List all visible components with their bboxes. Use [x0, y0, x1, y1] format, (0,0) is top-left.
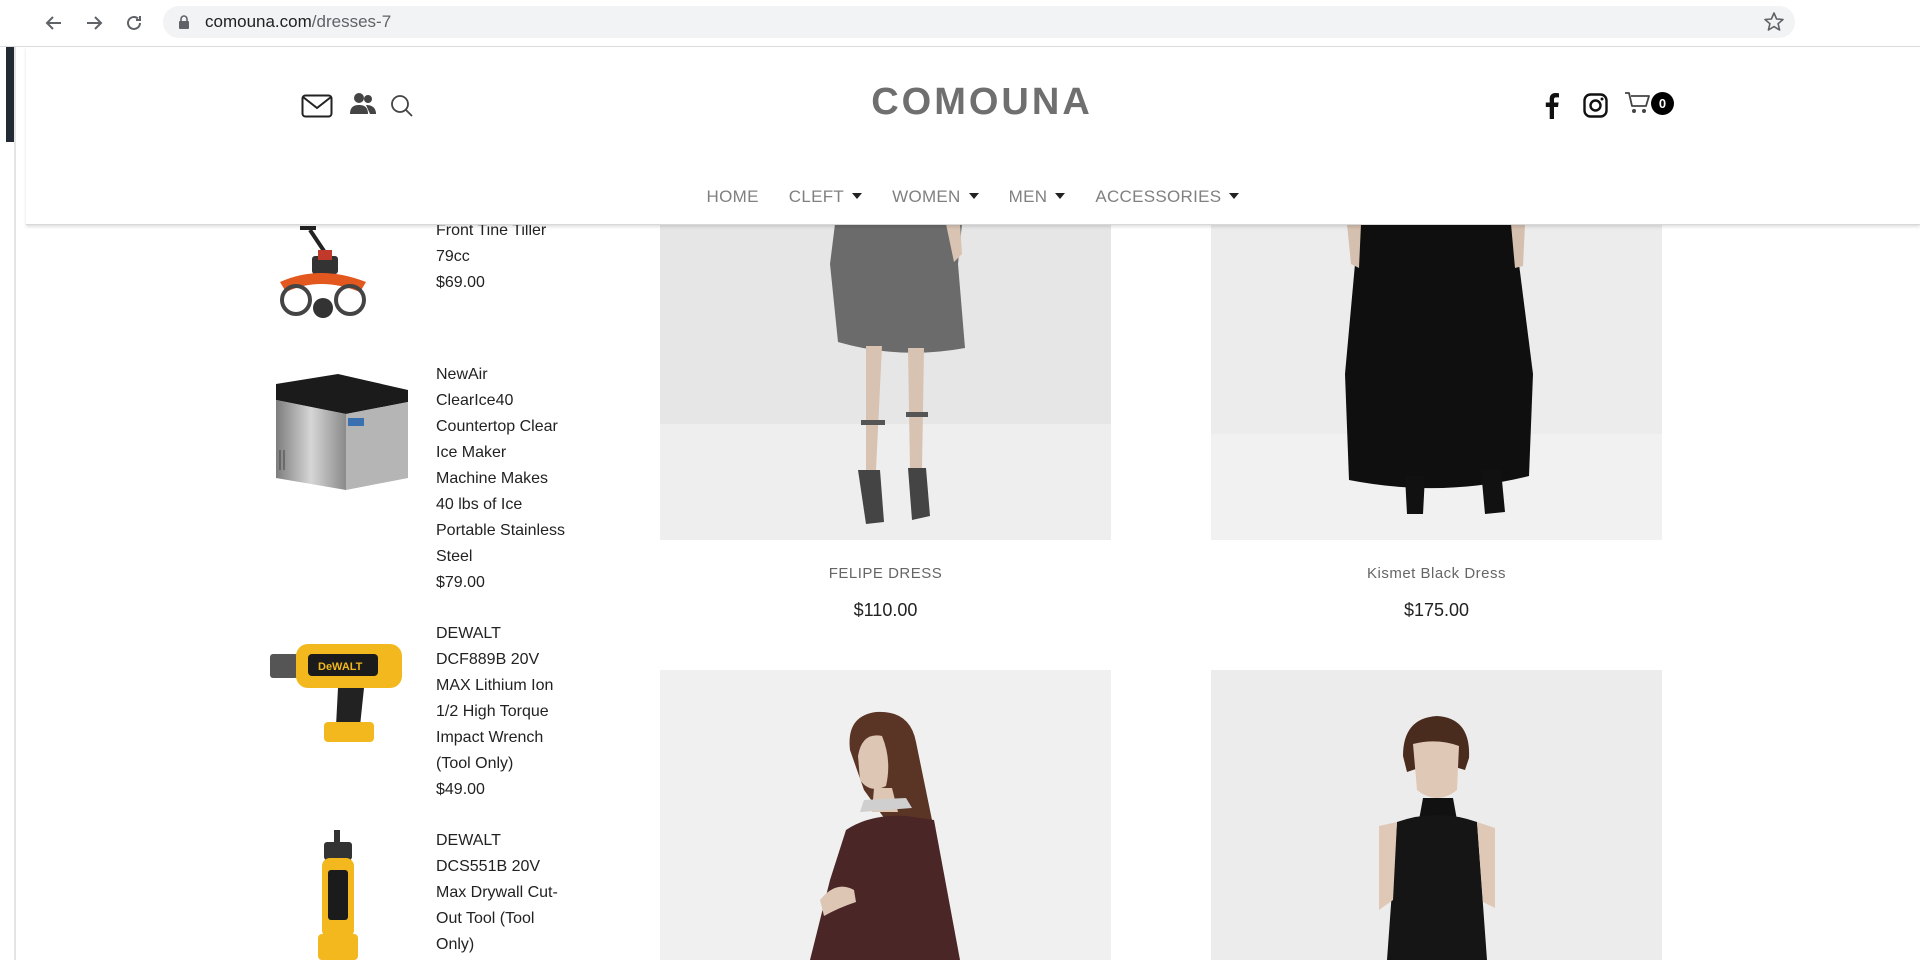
arrow-right-icon: [87, 16, 103, 30]
caret-down-icon: [1229, 193, 1240, 199]
account-icon[interactable]: [349, 92, 377, 116]
nav-item-men[interactable]: MEN: [1009, 182, 1066, 212]
mail-icon[interactable]: [301, 94, 333, 118]
sidebar-item-price: $79.00: [436, 574, 485, 591]
facebook-icon[interactable]: [1545, 93, 1559, 119]
site-header: COMOUNA 0 HOME CLEFT WOMEN MEN ACCESSORI…: [26, 46, 1920, 225]
nav-item-cleft[interactable]: CLEFT: [788, 182, 863, 212]
arrow-left-icon: [45, 16, 61, 30]
grey-dress-photo: [660, 224, 1111, 540]
nav-item-label: MEN: [1008, 187, 1048, 206]
product-image-burgundy-dress[interactable]: [660, 670, 1111, 960]
caret-down-icon: [1055, 193, 1066, 199]
nav-item-accessories[interactable]: ACCESSORIES: [1095, 182, 1240, 212]
black-dress-photo: [1211, 224, 1662, 540]
nav-item-label: WOMEN: [892, 187, 961, 206]
url-text: comouna.com/dresses-7: [205, 12, 391, 32]
window-divider: [14, 46, 16, 960]
instagram-icon[interactable]: [1583, 93, 1608, 118]
sidebar-item-price: $49.00: [436, 781, 485, 798]
bookmark-star-icon[interactable]: [1763, 11, 1785, 33]
cart-count-badge: 0: [1651, 92, 1674, 115]
lock-icon: [179, 15, 189, 29]
sidebar-item-name[interactable]: Front Tine Tiller 79cc: [436, 218, 586, 270]
brand-logo[interactable]: COMOUNA: [850, 81, 1114, 124]
url-host: comouna.com: [205, 12, 312, 31]
sidebar-item-name[interactable]: DEWALT DCS551B 20V Max Drywall Cut- Out …: [436, 828, 586, 958]
cut-out-tool-thumbnail[interactable]: [310, 830, 366, 960]
reload-icon: [127, 15, 141, 30]
product-name[interactable]: FELIPE DRESS: [660, 565, 1111, 582]
reload-button[interactable]: [119, 8, 149, 38]
nav-item-label: ACCESSORIES: [1095, 187, 1222, 206]
nav-item-women[interactable]: WOMEN: [892, 182, 979, 212]
nav-item-label: HOME: [706, 187, 759, 206]
main-navigation: HOME CLEFT WOMEN MEN ACCESSORIES: [26, 182, 1920, 212]
burgundy-dress-photo: [660, 670, 1111, 960]
back-button[interactable]: [39, 8, 69, 38]
product-image-felipe-dress[interactable]: [660, 224, 1111, 540]
sidebar-item-name[interactable]: NewAir ClearIce40 Countertop Clear Ice M…: [436, 362, 586, 570]
forward-button[interactable]: [79, 8, 109, 38]
window-edge: [6, 44, 14, 142]
product-name[interactable]: Kismet Black Dress: [1211, 565, 1662, 582]
impact-wrench-thumbnail[interactable]: DeWALT: [268, 632, 412, 744]
svg-text:DeWALT: DeWALT: [318, 661, 363, 673]
address-bar[interactable]: comouna.com/dresses-7: [163, 6, 1795, 38]
product-price: $110.00: [853, 600, 918, 620]
product-image-black-sleeveless-dress[interactable]: [1211, 670, 1662, 960]
cart-icon[interactable]: [1624, 91, 1652, 115]
product-image-kismet-black-dress[interactable]: [1211, 224, 1662, 540]
ice-maker-thumbnail[interactable]: [272, 370, 410, 492]
nav-item-label: CLEFT: [788, 187, 845, 206]
product-price: $175.00: [1403, 600, 1470, 620]
sidebar-item-name[interactable]: DEWALT DCF889B 20V MAX Lithium Ion 1/2 H…: [436, 621, 586, 777]
browser-toolbar: comouna.com/dresses-7: [0, 0, 1920, 47]
caret-down-icon: [968, 193, 979, 199]
sidebar-item-price: $69.00: [436, 274, 485, 291]
nav-item-home[interactable]: HOME: [707, 182, 759, 212]
url-path: /dresses-7: [311, 12, 392, 31]
search-icon[interactable]: [390, 94, 414, 118]
black-sleeveless-dress-photo: [1211, 670, 1662, 960]
caret-down-icon: [852, 193, 863, 199]
tiller-thumbnail[interactable]: [270, 220, 374, 324]
